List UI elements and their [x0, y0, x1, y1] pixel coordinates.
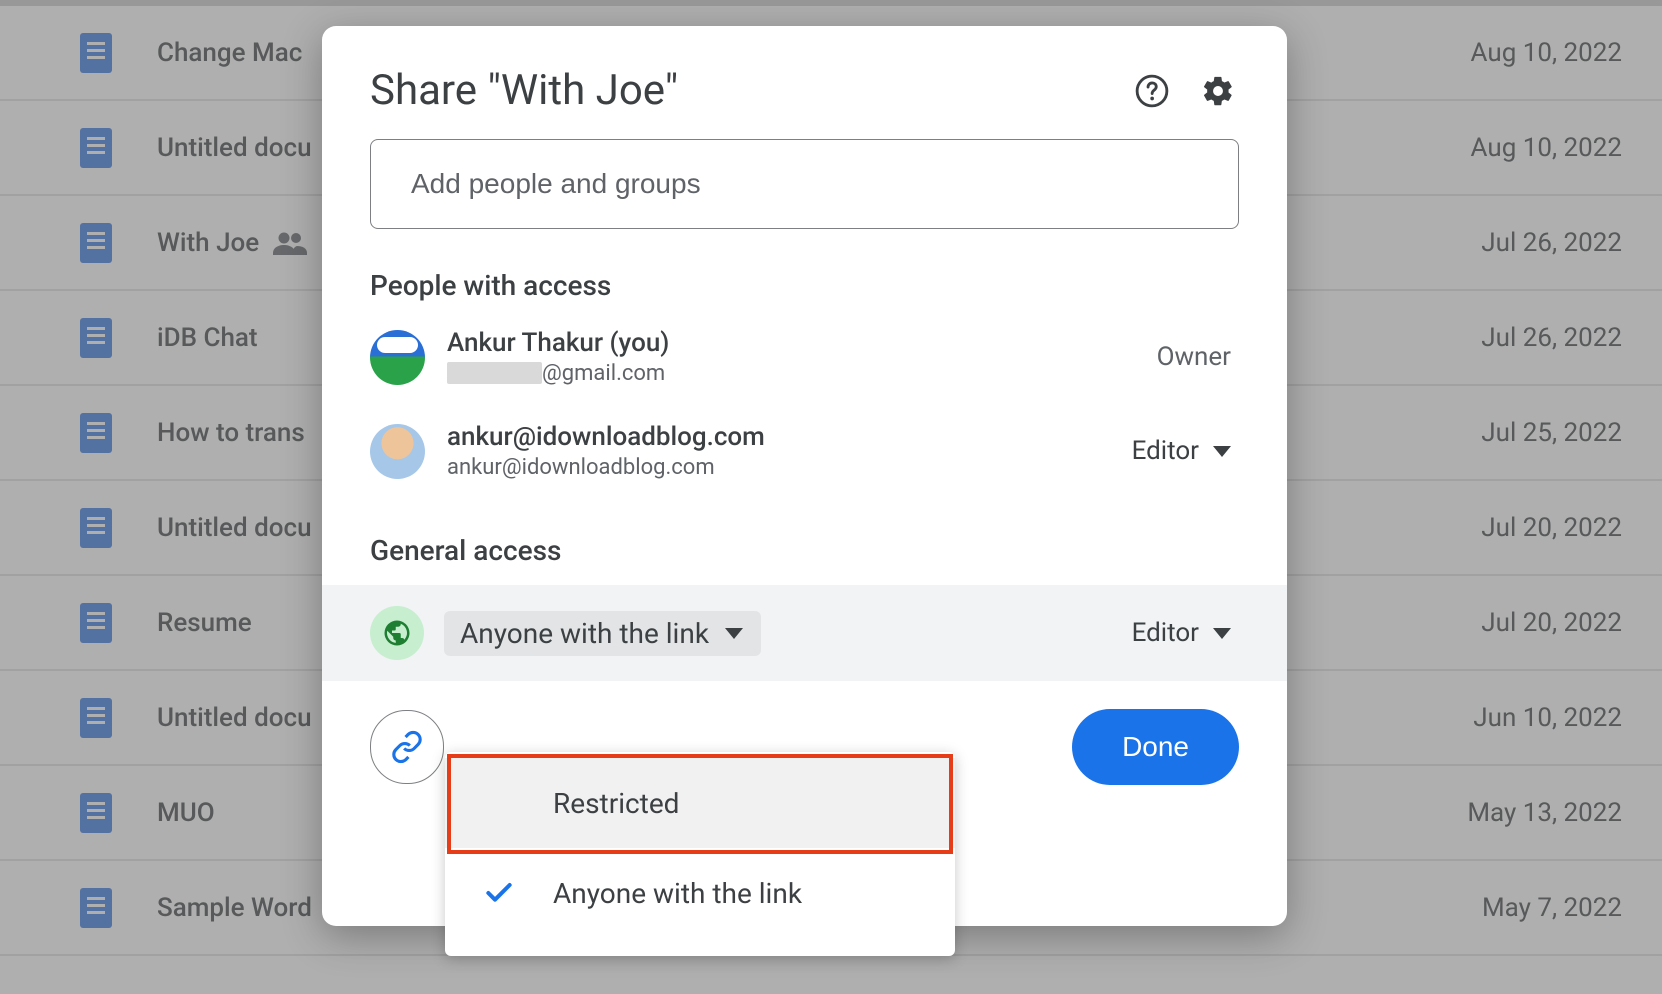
add-people-field[interactable] — [409, 167, 1200, 201]
copy-link-button[interactable] — [370, 710, 444, 784]
general-access-heading: General access — [370, 534, 1239, 567]
menu-item-restricted[interactable]: Restricted — [445, 758, 955, 848]
general-access-dropdown[interactable]: Anyone with the link — [444, 611, 761, 656]
access-menu: Restricted Anyone with the link — [445, 752, 955, 956]
person-email: ankur@idownloadblog.com — [447, 455, 1132, 480]
person-name: ankur@idownloadblog.com — [447, 422, 1132, 452]
chevron-down-icon — [725, 628, 743, 639]
general-access-row: Anyone with the link Editor — [322, 585, 1287, 681]
general-access-selected: Anyone with the link — [460, 617, 709, 650]
redacted-text — [447, 362, 542, 384]
add-people-input[interactable] — [370, 139, 1239, 229]
check-icon — [475, 877, 523, 909]
menu-item-anyone[interactable]: Anyone with the link — [445, 848, 955, 938]
chevron-down-icon — [1213, 446, 1231, 457]
people-with-access-heading: People with access — [370, 269, 1239, 302]
person-name: Ankur Thakur (you) — [447, 328, 1157, 358]
avatar — [370, 330, 425, 385]
person-row: ankur@idownloadblog.com ankur@idownloadb… — [322, 414, 1287, 488]
globe-icon — [370, 606, 424, 660]
role-label: Editor — [1132, 436, 1199, 466]
person-email: @gmail.com — [447, 361, 1157, 386]
help-icon[interactable] — [1128, 67, 1176, 115]
owner-label: Owner — [1157, 342, 1231, 372]
general-role-dropdown[interactable]: Editor — [1132, 618, 1231, 648]
chevron-down-icon — [1213, 628, 1231, 639]
dialog-title: Share "With Joe" — [370, 66, 1110, 115]
role-label: Editor — [1132, 618, 1199, 648]
gear-icon[interactable] — [1194, 67, 1242, 115]
person-row: Ankur Thakur (you) @gmail.com Owner — [322, 320, 1287, 394]
done-button[interactable]: Done — [1072, 709, 1239, 785]
role-dropdown[interactable]: Editor — [1132, 436, 1231, 466]
avatar — [370, 424, 425, 479]
